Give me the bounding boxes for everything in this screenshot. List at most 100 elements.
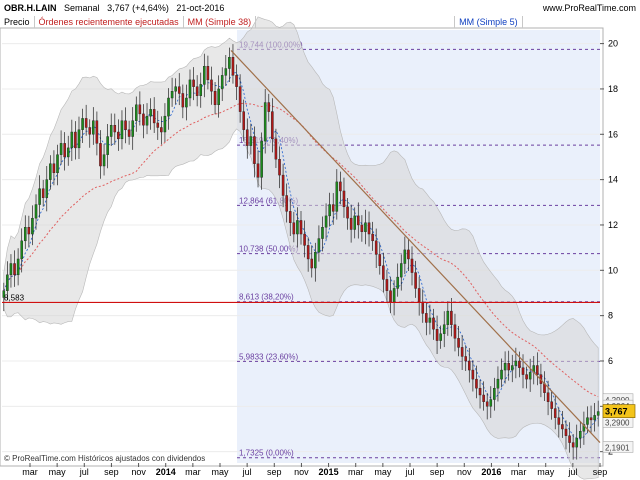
- y-tick-label: 8: [608, 311, 613, 321]
- candle-body: [106, 136, 109, 155]
- candle-body: [206, 66, 210, 81]
- x-tick-label: jul: [567, 467, 577, 477]
- last-price-label: 3,767: [605, 407, 628, 417]
- period-label: Semanal: [64, 3, 100, 13]
- price-chart[interactable]: 19,744 (100,00%)15,519 (76,40%)12,864 (6…: [0, 0, 640, 480]
- x-tick-label: mar: [22, 467, 38, 477]
- candle-body: [482, 394, 485, 402]
- fib-level-label: 5,9833 (23,60%): [239, 352, 298, 361]
- candle-body: [66, 147, 70, 158]
- candle-body: [489, 399, 493, 407]
- x-tick-label: mar: [511, 467, 527, 477]
- candle-body: [181, 93, 185, 108]
- x-tick-label: nov: [131, 467, 146, 477]
- candle-body: [335, 181, 339, 212]
- candle-body: [45, 179, 49, 198]
- chart-header: OBR.H.LAIN Semanal 3,767 (+4,64%) 21-oct…: [4, 3, 224, 13]
- brand-label: www.ProRealTime.com: [542, 3, 636, 13]
- candle-body: [364, 222, 367, 232]
- candle-body: [514, 360, 518, 366]
- candle-body: [306, 245, 310, 260]
- candle-body: [120, 120, 124, 140]
- candle-body: [568, 435, 571, 443]
- x-tick-label: sep: [430, 467, 445, 477]
- candle-body: [367, 222, 371, 235]
- footer-copyright: © ProRealTime.com Históricos ajustados c…: [4, 454, 206, 463]
- candle-body: [117, 131, 120, 140]
- candle-body: [38, 188, 41, 205]
- candle-body: [328, 204, 331, 217]
- candle-body: [135, 104, 138, 121]
- legend-ma5[interactable]: MM (Simple 5): [455, 16, 523, 28]
- candle-body: [464, 356, 467, 362]
- fib-level-label: 8,613 (38,20%): [239, 293, 294, 302]
- candle-body: [378, 254, 382, 266]
- candle-body: [145, 115, 149, 126]
- candle-body: [99, 143, 102, 167]
- candle-body: [188, 79, 192, 99]
- candle-body: [213, 91, 217, 106]
- candle-body: [521, 367, 525, 375]
- x-tick-label: 2014: [156, 467, 176, 477]
- candle-body: [203, 66, 206, 85]
- candle-body: [428, 317, 432, 323]
- candle-body: [518, 360, 521, 368]
- candle-body: [374, 240, 378, 255]
- candle-body: [174, 86, 177, 92]
- candle-body: [131, 120, 134, 137]
- legend-ma38[interactable]: MM (Simple 38): [184, 16, 257, 28]
- candle-body: [285, 195, 288, 212]
- candle-body: [167, 97, 170, 117]
- candle-body: [138, 104, 142, 115]
- candle-body: [113, 125, 117, 133]
- candle-body: [228, 57, 231, 69]
- candle-body: [550, 401, 553, 409]
- candle-body: [442, 324, 446, 334]
- candle-body: [439, 333, 442, 341]
- x-tick-label: 2016: [481, 467, 501, 477]
- x-tick-label: may: [374, 467, 392, 477]
- candle-body: [478, 387, 482, 396]
- candle-body: [142, 113, 145, 126]
- legend-orders[interactable]: Órdenes recientemente ejecutadas: [35, 16, 184, 28]
- candle-body: [59, 143, 63, 155]
- candle-body: [342, 190, 346, 208]
- candle-body: [500, 369, 503, 380]
- candle-body: [471, 369, 475, 380]
- candle-body: [324, 215, 328, 228]
- candle-body: [571, 442, 575, 448]
- candle-body: [371, 233, 374, 242]
- candle-body: [56, 154, 59, 174]
- candle-body: [349, 217, 353, 230]
- candle-body: [564, 428, 568, 436]
- candle-body: [260, 140, 263, 178]
- candle-body: [485, 401, 489, 407]
- x-tick-label: mar: [348, 467, 364, 477]
- candle-body: [210, 79, 213, 92]
- candle-body: [149, 109, 152, 117]
- candle-body: [224, 68, 228, 76]
- candle-body: [321, 227, 324, 239]
- candle-body: [195, 86, 199, 96]
- candle-body: [27, 227, 31, 235]
- legend-price[interactable]: Precio: [0, 16, 35, 28]
- candle-body: [31, 217, 34, 235]
- last-change-label: 3,767 (+4,64%): [107, 3, 169, 13]
- candle-body: [49, 163, 52, 180]
- candle-body: [450, 310, 453, 325]
- candle-body: [156, 122, 160, 128]
- x-tick-label: may: [211, 467, 229, 477]
- candle-body: [95, 120, 99, 144]
- candle-body: [435, 329, 439, 341]
- symbol-label: OBR.H.LAIN: [4, 3, 57, 13]
- x-tick-label: may: [537, 467, 555, 477]
- candle-body: [528, 372, 532, 380]
- candle-body: [84, 118, 88, 128]
- candle-body: [432, 317, 435, 330]
- candle-body: [152, 109, 156, 124]
- candle-body: [596, 411, 600, 416]
- candle-body: [496, 378, 500, 389]
- candle-body: [475, 378, 478, 389]
- candle-body: [246, 129, 249, 146]
- indicator-legend: Precio Órdenes recientemente ejecutadas …: [0, 16, 523, 28]
